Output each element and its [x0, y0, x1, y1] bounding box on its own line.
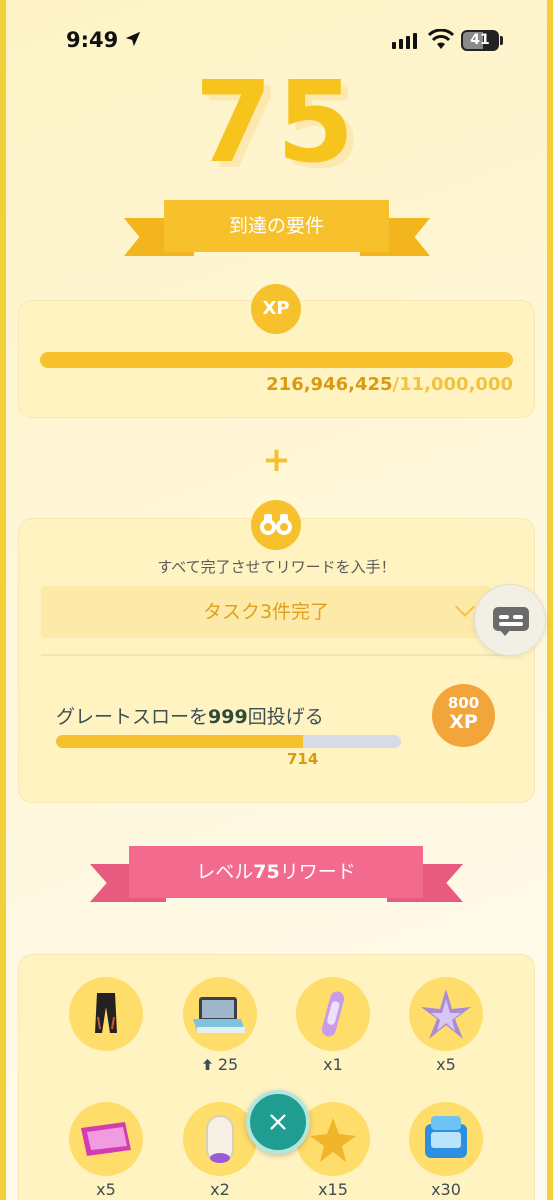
chat-bubble-icon	[493, 607, 529, 631]
plus-sign: +	[262, 440, 291, 480]
quest-progress-bar	[56, 735, 401, 748]
quest-progress-value: 714	[287, 750, 319, 768]
reward-item-lure[interactable]	[69, 1102, 143, 1176]
level-number: 75	[194, 58, 359, 188]
reward-unit: XP	[449, 711, 478, 733]
lucky-egg-icon	[206, 1115, 234, 1163]
wifi-icon	[428, 29, 454, 49]
quest-reward-xp: 800 XP	[432, 684, 495, 747]
storage-upgrade-icon	[193, 997, 245, 1033]
quest-suffix: 回投げる	[247, 706, 324, 728]
xp-count: 216,946,425/11,000,000	[266, 374, 513, 395]
battery-icon: 41	[461, 30, 499, 51]
reward-item-incense[interactable]	[296, 977, 370, 1051]
xp-current: 216,946,425	[266, 374, 393, 395]
battery-level: 41	[470, 32, 490, 48]
quest-description: グレートスローを999回投げる	[56, 702, 324, 729]
reward-qty-egg: x2	[210, 1180, 230, 1199]
pants-icon	[95, 993, 117, 1033]
tasks-complete-toggle[interactable]: タスク3件完了	[41, 586, 491, 638]
reward-item-star-piece[interactable]	[409, 977, 483, 1051]
reward-qty-star-piece: x5	[436, 1055, 456, 1074]
battery-nub	[500, 36, 503, 45]
star-piece-icon	[421, 989, 471, 1039]
rewards-title-level: 75	[253, 861, 280, 883]
reward-qty-incense: x1	[323, 1055, 343, 1074]
xp-goal: /11,000,000	[392, 374, 513, 395]
chat-button[interactable]	[474, 584, 546, 656]
reward-item-pants[interactable]	[69, 977, 143, 1051]
reward-qty-max-particle: x30	[431, 1180, 461, 1199]
close-icon	[270, 1113, 286, 1130]
binoculars-icon	[251, 500, 301, 550]
cellular-signal-icon	[392, 33, 417, 49]
arrow-up-icon	[202, 1059, 212, 1070]
quest-prefix: グレートスローを	[56, 706, 209, 728]
task-divider	[41, 654, 513, 656]
requirements-title: 到達の要件	[164, 200, 389, 252]
rewards-title: レベル75リワード	[129, 846, 423, 898]
location-arrow-icon	[125, 31, 141, 47]
task-instructions: すべて完了させてリワードを入手！	[157, 558, 396, 576]
reward-item-egg[interactable]	[183, 1102, 257, 1176]
quest-progress-fill	[56, 735, 303, 748]
rewards-title-prefix: レベル	[196, 861, 254, 883]
chat-bubble-tail	[499, 629, 511, 636]
incense-icon	[321, 991, 345, 1037]
xp-badge: XP	[251, 284, 301, 334]
reward-qty-storage-value: 25	[217, 1055, 239, 1074]
rewards-title-suffix: リワード	[279, 861, 356, 883]
lure-module-icon	[81, 1122, 131, 1156]
reward-amount: 800	[447, 694, 480, 712]
reward-item-storage[interactable]	[183, 977, 257, 1051]
reward-item-max-particle[interactable]	[409, 1102, 483, 1176]
reward-qty-stardust: x15	[318, 1180, 348, 1199]
reward-qty-storage: 25	[175, 1055, 265, 1074]
close-button[interactable]	[246, 1090, 310, 1154]
xp-progress-bar	[40, 352, 513, 368]
max-particle-pack-icon	[425, 1116, 467, 1158]
clock: 9:49	[66, 28, 119, 52]
quest-count: 999	[208, 706, 248, 728]
reward-qty-lure: x5	[96, 1180, 116, 1199]
